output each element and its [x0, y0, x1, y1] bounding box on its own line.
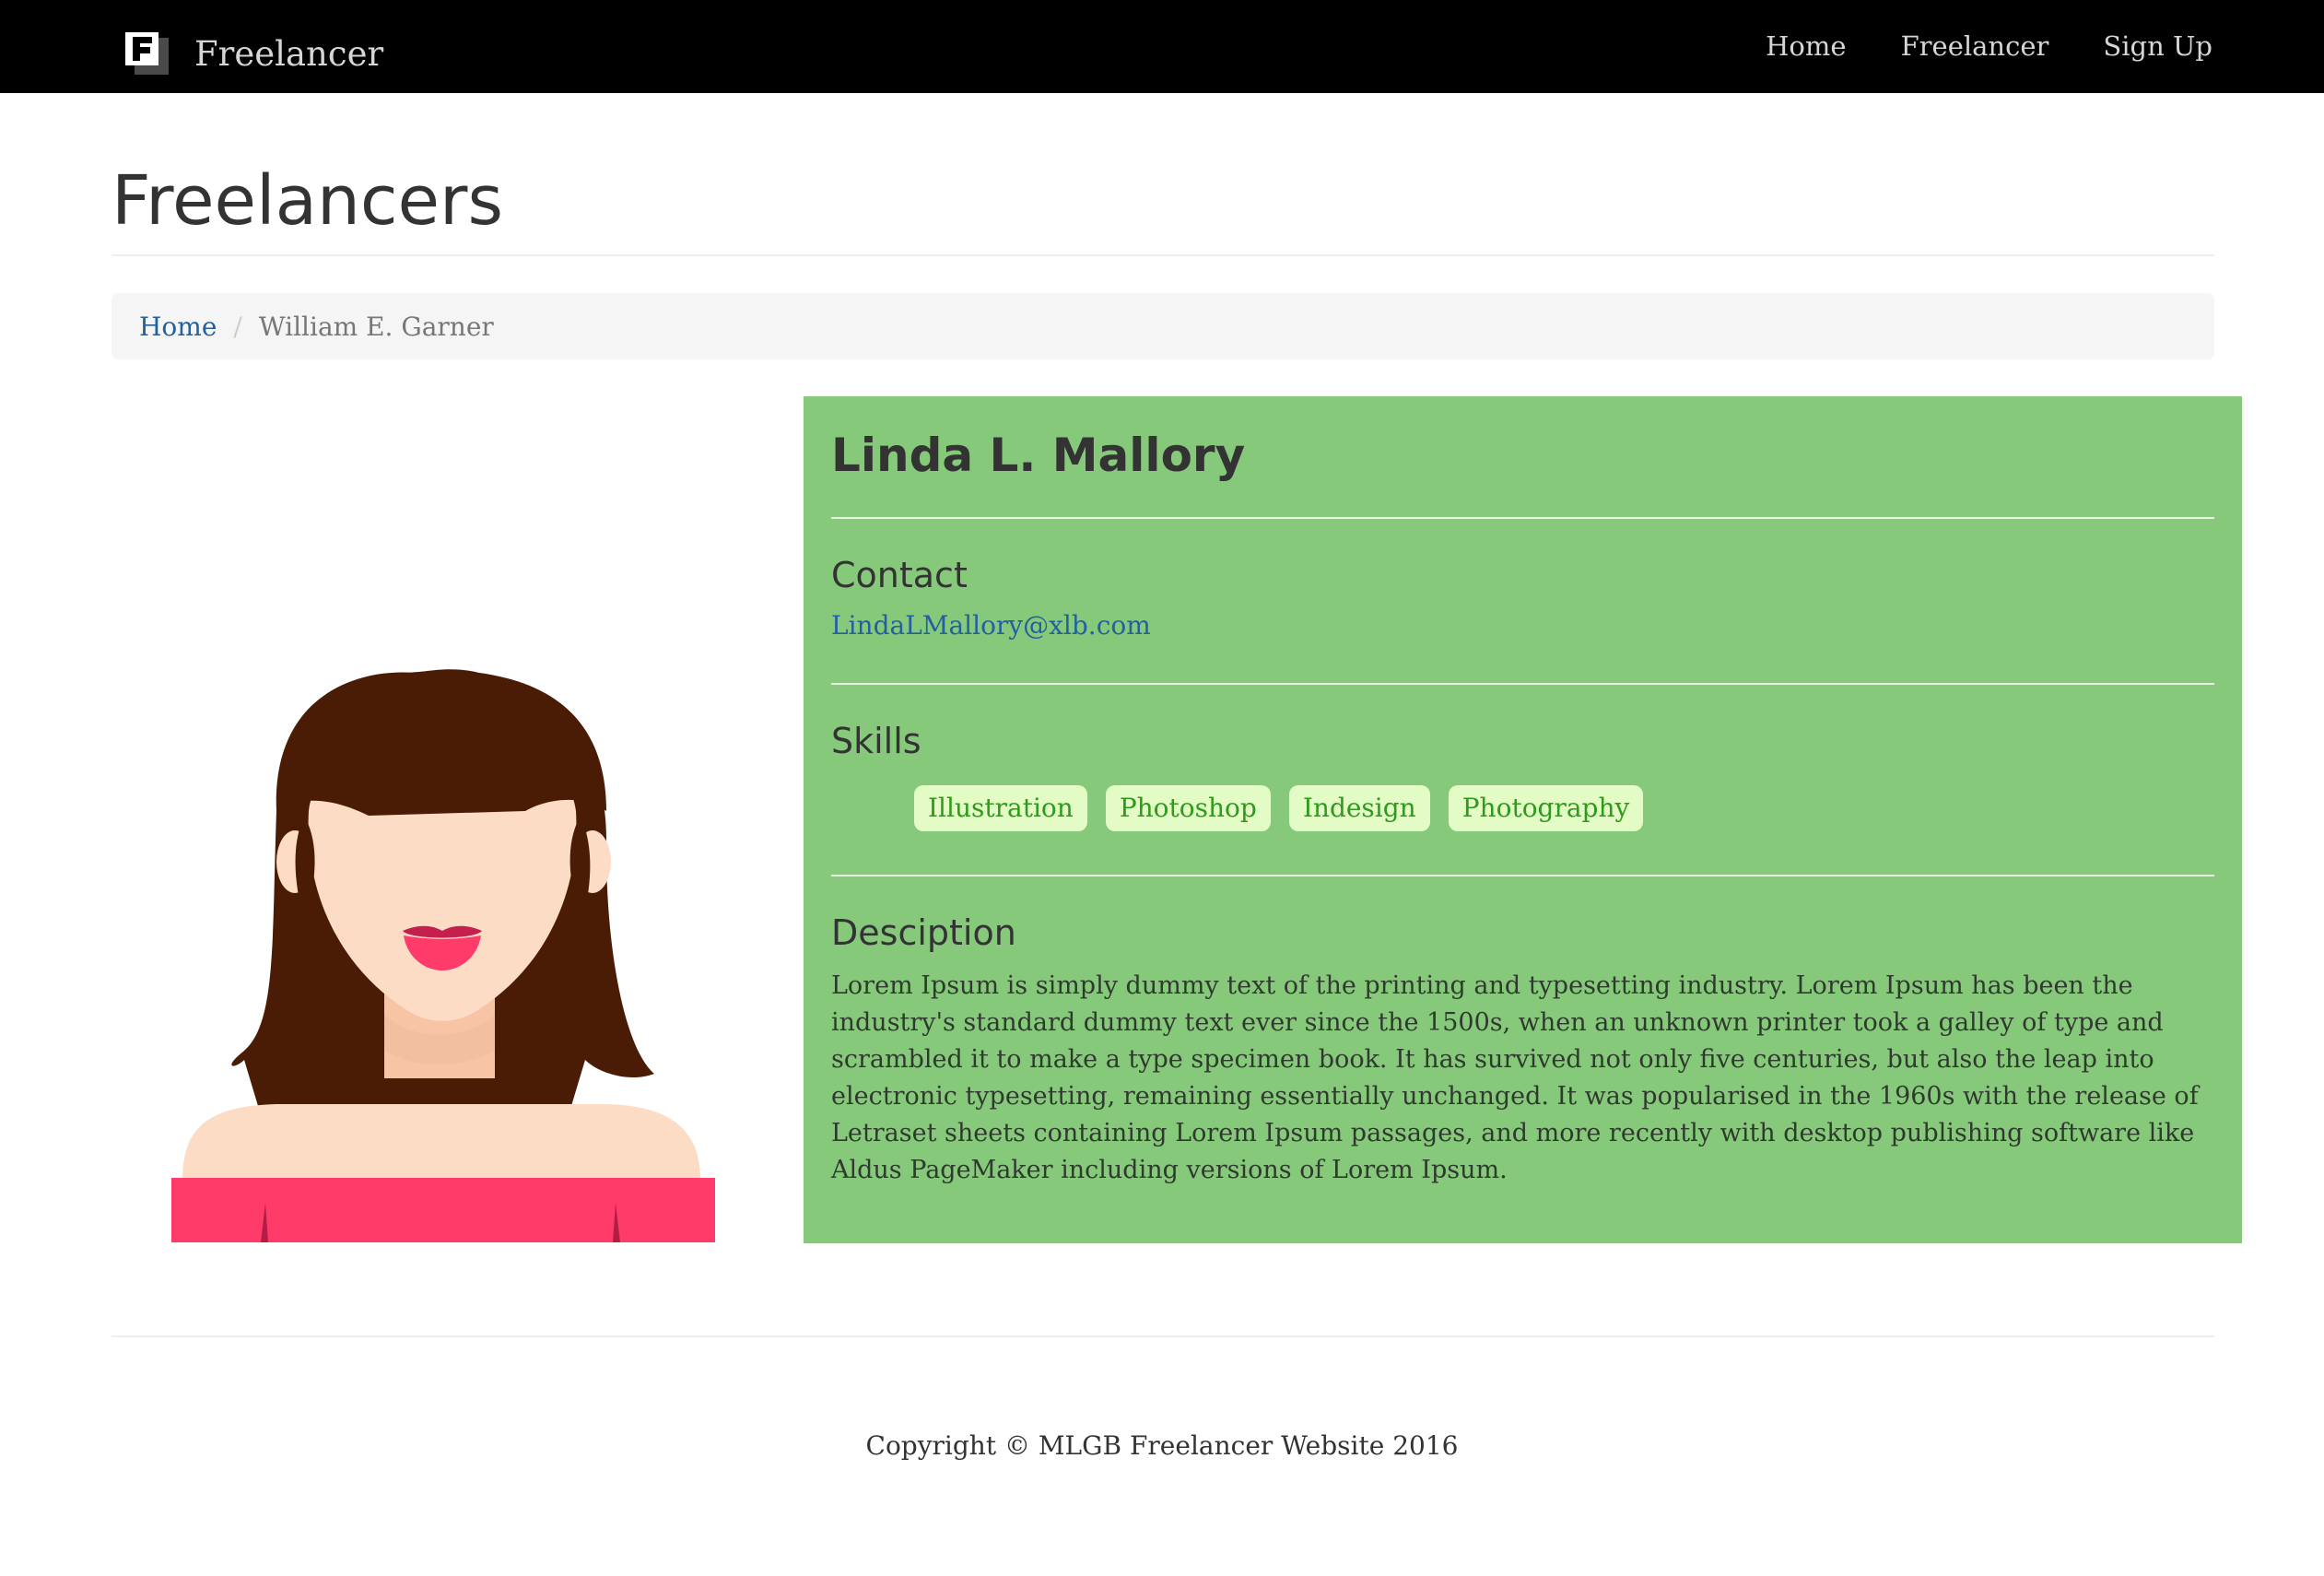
- breadcrumb-current: William E. Garner: [258, 311, 494, 342]
- name-divider: [831, 517, 2214, 519]
- nav-links: Home Freelancer Sign Up: [1711, 28, 2212, 65]
- skills-heading: Skills: [831, 721, 921, 761]
- description-heading: Desciption: [831, 912, 1016, 953]
- skill-tag-indesign: Indesign: [1288, 785, 1430, 831]
- contact-heading: Contact: [831, 555, 968, 595]
- email-link[interactable]: LindaLMallory@xlb.com: [831, 610, 1151, 641]
- skill-tag-illustration: Illustration: [914, 785, 1087, 831]
- breadcrumb: Home / William E. Garner: [112, 293, 2214, 359]
- top-navbar: Freelancer Home Freelancer Sign Up: [0, 0, 2324, 93]
- nav-home-link[interactable]: Home: [1766, 28, 1846, 65]
- breadcrumb-separator: /: [233, 311, 242, 342]
- nav-sign-up-link[interactable]: Sign Up: [2103, 28, 2212, 65]
- footer-copyright: Copyright © MLGB Freelancer Website 2016: [865, 1430, 1459, 1461]
- profile-panel: Linda L. Mallory Contact LindaLMallory@x…: [804, 396, 2242, 1243]
- header-divider: [112, 254, 2214, 256]
- brand-link[interactable]: Freelancer: [125, 31, 383, 76]
- skill-tag-photography: Photography: [1448, 785, 1644, 831]
- skills-divider: [831, 875, 2214, 876]
- description-text: Lorem Ipsum is simply dummy text of the …: [831, 971, 2199, 1184]
- skills-list: Illustration Photoshop Indesign Photogra…: [914, 785, 1661, 831]
- footer-divider: [112, 1335, 2214, 1337]
- freelancer-f-logo-icon: [125, 32, 169, 75]
- woman-avatar-illustration: [166, 664, 719, 1244]
- contact-divider: [831, 683, 2214, 685]
- freelancer-name: Linda L. Mallory: [831, 429, 1246, 482]
- brand-name: Freelancer: [194, 33, 384, 74]
- breadcrumb-home-link[interactable]: Home: [139, 312, 217, 342]
- skill-tag-photoshop: Photoshop: [1105, 785, 1271, 831]
- nav-freelancer-link[interactable]: Freelancer: [1901, 28, 2049, 65]
- page-title: Freelancers: [112, 161, 504, 241]
